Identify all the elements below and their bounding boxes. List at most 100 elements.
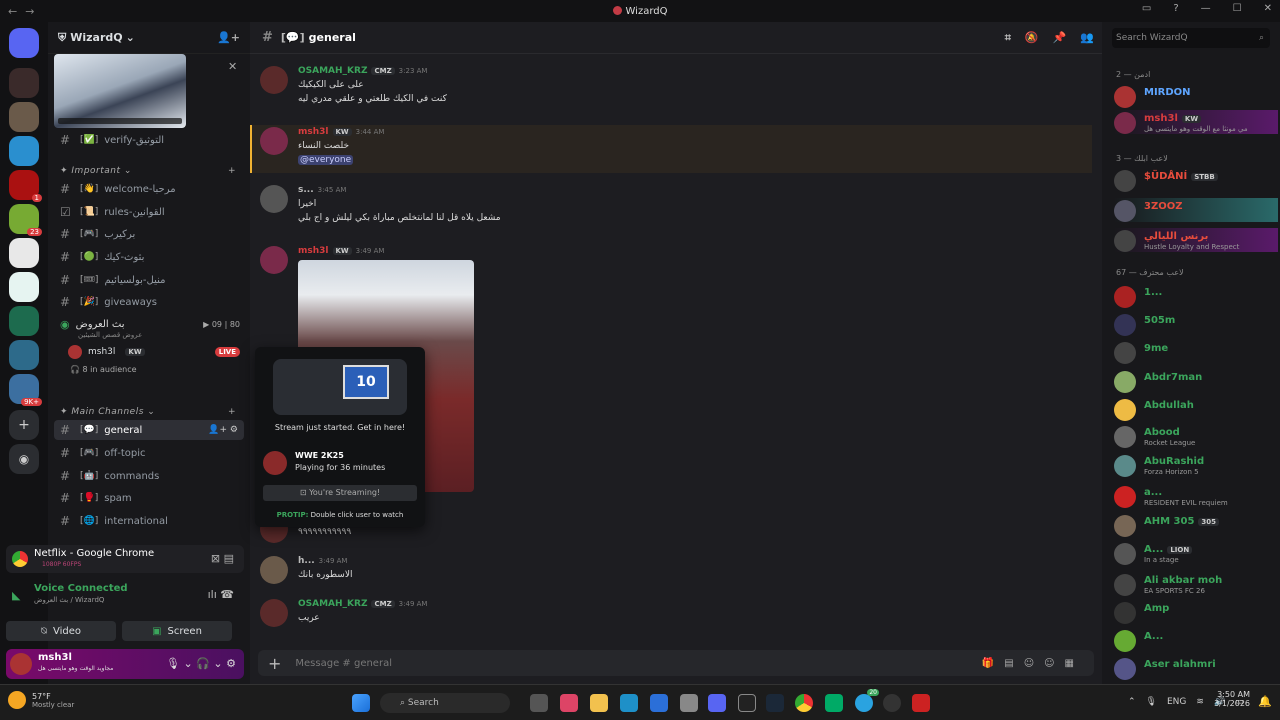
video-button[interactable]: ⍉ Video — [6, 621, 116, 641]
avatar — [260, 599, 288, 627]
member-item[interactable]: AHM 305 305 — [1114, 513, 1278, 537]
app-icon[interactable] — [825, 694, 843, 712]
disconnect-icon[interactable]: ılı ☎ — [208, 588, 234, 601]
voice-channel[interactable]: ◉ بث العروض ▶ 09 | 80 عروض قصص الشيئين m… — [60, 318, 240, 374]
maximize-icon[interactable]: ☐ — [1233, 3, 1242, 14]
chrome-icon[interactable] — [795, 694, 813, 712]
steam-icon[interactable] — [766, 694, 784, 712]
settings-icon[interactable]: 👤+ ⚙ — [208, 425, 238, 435]
screen-share-button[interactable]: ▣ Screen — [122, 621, 232, 641]
telegram-icon[interactable]: 20 — [855, 689, 879, 712]
discord-icon[interactable] — [708, 694, 726, 712]
app-icon[interactable] — [530, 694, 548, 712]
server-icon[interactable] — [9, 136, 39, 166]
category-main[interactable]: ✦ Main Channels ⌄ + — [60, 407, 236, 417]
server-icon[interactable] — [9, 68, 39, 98]
search-input[interactable]: Search WizardQ ⌕ — [1112, 28, 1270, 48]
channel-spam[interactable]: # [🥊] spam — [54, 488, 244, 508]
channel-verify[interactable]: # [✅] verify-التوثيق — [54, 130, 244, 150]
app-icon[interactable] — [560, 694, 578, 712]
channel-welcome[interactable]: # [👋] welcome-مرحبا — [54, 179, 244, 199]
threads-icon[interactable]: ⌗ — [1005, 31, 1011, 45]
channel-off-topic[interactable]: # [🎮] off-topic — [54, 443, 244, 463]
app-icon[interactable] — [883, 694, 901, 712]
app-icon[interactable] — [912, 694, 930, 712]
server-icon[interactable]: 9K+ — [9, 374, 42, 406]
mic-icon: 🎙 — [1145, 697, 1157, 707]
discord-home-icon[interactable] — [9, 28, 39, 58]
member-item[interactable]: $ÜDÅNÍ STBB — [1114, 168, 1278, 192]
add-attachment-icon[interactable]: + — [268, 654, 281, 673]
member-item[interactable]: 9me — [1114, 340, 1278, 364]
member-item[interactable]: Abdr7man — [1114, 369, 1278, 393]
member-item[interactable]: Abood Rocket League — [1114, 424, 1278, 448]
member-item[interactable]: Ali akbar moh EA SPORTS FC 26 — [1114, 572, 1278, 596]
app-icon[interactable] — [650, 694, 668, 712]
member-item[interactable]: msh3l KW مي مونثا مع الوقت وهو مايتسى هل — [1114, 110, 1278, 134]
channel-rules[interactable]: ☑ [📜] rules-القوانين — [54, 202, 244, 222]
voice-user[interactable]: msh3l KW LIVE — [68, 345, 240, 359]
notifications-icon[interactable]: 🔕 — [1025, 31, 1039, 45]
member-item[interactable]: 1... — [1114, 284, 1278, 308]
member-item[interactable]: Abdullah — [1114, 397, 1278, 421]
channel-text[interactable]: # [🟢] بثوث-كيك — [54, 247, 244, 267]
streaming-button[interactable]: ⊡ You're Streaming! — [263, 485, 417, 501]
member-item[interactable]: 3ZOOZ — [1114, 198, 1278, 222]
voice-icon: ◉ — [60, 318, 70, 331]
channel-international[interactable]: # [🌐] international — [54, 511, 244, 531]
stream-popup[interactable]: 10 Stream just started. Get in here! WWE… — [255, 347, 425, 527]
server-icon[interactable] — [9, 272, 39, 302]
stream-card[interactable]: Netflix - Google Chrome 1080P 60FPS ⊠ ▤ — [6, 545, 244, 573]
edge-icon[interactable] — [620, 694, 638, 712]
member-item[interactable]: AbuRashid Forza Horizon 5 — [1114, 453, 1278, 477]
channel-commands[interactable]: # [🤖] commands — [54, 466, 244, 486]
stream-preview-thumbnail[interactable] — [54, 54, 186, 128]
server-icon[interactable]: 1 — [9, 170, 42, 202]
start-icon[interactable] — [352, 694, 370, 712]
server-icon[interactable] — [9, 340, 39, 370]
mic-icon[interactable]: 🎙 ⌄ 🎧 ⌄ ⚙ — [166, 657, 236, 670]
close-icon[interactable]: ✕ — [1264, 3, 1272, 14]
member-item[interactable]: 505m — [1114, 312, 1278, 336]
account-panel[interactable]: msh3l مجاويد الوقت وهو مايتسى هل 🎙 ⌄ 🎧 ⌄… — [6, 649, 244, 679]
channel-text[interactable]: # [🎮] بركيرب — [54, 224, 244, 244]
guild-header[interactable]: ⛨ WizardQ ⌄ 👤+ — [48, 22, 250, 54]
message-input[interactable]: + Message # general 🎁▤☺☺▦ — [258, 650, 1094, 676]
category-important[interactable]: ✦ Important ⌄ + — [60, 166, 236, 176]
member-item[interactable]: Amp — [1114, 600, 1278, 624]
stop-stream-icon[interactable]: ⊠ ▤ — [211, 552, 234, 565]
member-item[interactable]: برنس الليالي Hustle Loyalty and Respect — [1114, 228, 1278, 252]
add-channel-icon[interactable]: + — [228, 166, 236, 176]
app-icon[interactable] — [680, 694, 698, 712]
member-item[interactable]: a... RESIDENT EVIL requiem — [1114, 484, 1278, 508]
help-icon[interactable]: ? — [1173, 3, 1178, 14]
weather-widget[interactable]: 57°F Mostly clear — [8, 691, 74, 709]
members-icon[interactable]: 👥 — [1080, 31, 1094, 45]
pin-icon[interactable]: 📌 — [1053, 31, 1067, 45]
member-item[interactable]: A... LION In a stage — [1114, 541, 1278, 565]
member-item[interactable]: A... — [1114, 628, 1278, 652]
everyone-mention[interactable]: @everyone — [298, 155, 354, 165]
add-channel-icon[interactable]: + — [228, 407, 236, 417]
channel-giveaways[interactable]: # [🎉] giveaways — [54, 292, 244, 312]
member-item[interactable]: MIRDON — [1114, 84, 1278, 108]
channel-text[interactable]: # [🎟] منيل-بولسيائيم — [54, 270, 244, 290]
member-item[interactable]: Aser alahmri — [1114, 656, 1278, 680]
folder-icon[interactable] — [590, 694, 608, 712]
server-icon[interactable] — [9, 238, 39, 268]
server-icon[interactable]: 23 — [9, 204, 42, 236]
taskbar-search[interactable]: ⌕ Search — [380, 693, 510, 713]
minimize-icon[interactable]: — — [1201, 3, 1211, 14]
emoji-icon[interactable]: 🎁▤☺☺▦ — [982, 658, 1084, 669]
app-icon[interactable] — [738, 694, 756, 712]
channel-general[interactable]: # [💬] general 👤+ ⚙ — [54, 420, 244, 440]
clock[interactable]: 3:50 AM 3/1/2026 — [1214, 690, 1250, 708]
discover-icon[interactable]: ◉ — [9, 444, 39, 474]
close-icon[interactable]: ✕ — [228, 60, 237, 73]
server-icon[interactable] — [9, 102, 39, 132]
server-icon[interactable] — [9, 306, 39, 336]
add-server-icon[interactable]: + — [9, 410, 39, 440]
inbox-icon[interactable]: ▭ — [1142, 3, 1151, 14]
invite-icon[interactable]: 👤+ — [217, 31, 240, 44]
notification-bell-icon[interactable]: 🔔 — [1258, 695, 1272, 708]
